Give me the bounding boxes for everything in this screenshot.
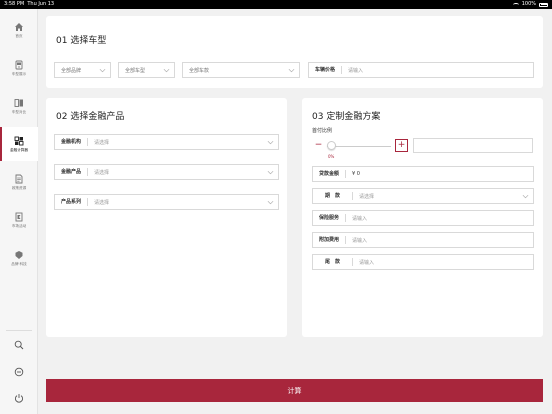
loan-amount-field: 贷款金额 ¥ 0 bbox=[312, 166, 534, 182]
battery-percent: 100% bbox=[521, 1, 536, 7]
sidebar-item-label: 首页 bbox=[15, 33, 23, 38]
sidebar-item-label: 政策资源 bbox=[11, 185, 27, 190]
insurance-field[interactable]: 保险服务 请输入 bbox=[312, 210, 534, 226]
term-value: 请选择 bbox=[359, 193, 375, 200]
product-series-select[interactable]: 产品系列 请选择 bbox=[54, 194, 279, 210]
loan-amount-value: ¥ 0 bbox=[352, 171, 360, 177]
term-label: 期 款 bbox=[313, 192, 353, 200]
sidebar-divider bbox=[6, 330, 32, 331]
vehicle-price-label: 车辆价格 bbox=[309, 66, 343, 74]
extra-fee-label: 附加费用 bbox=[313, 236, 347, 244]
extra-fee-input[interactable]: 请输入 bbox=[346, 237, 533, 244]
section-title: 01 选择车型 bbox=[56, 36, 107, 46]
zoom-out-button[interactable] bbox=[13, 366, 25, 378]
balloon-payment-field[interactable]: 尾 款 请输入 bbox=[312, 254, 534, 270]
sidebar-item-finance-calculator[interactable]: 金融计算器 bbox=[0, 127, 38, 161]
finance-product-card: 02 选择金融产品 金融机构 请选择 金融产品 请选择 产品系列 请选择 bbox=[46, 98, 287, 337]
minus-button[interactable]: − bbox=[312, 139, 325, 152]
insurance-label: 保险服务 bbox=[313, 214, 347, 222]
car-model-select[interactable]: 全部车款 bbox=[182, 62, 300, 78]
balloon-payment-label: 尾 款 bbox=[313, 258, 353, 266]
car-icon bbox=[15, 60, 23, 69]
vehicle-selection-card: 01 选择车型 全部品牌 全部车型 全部车款 车辆价格 请输入 bbox=[46, 16, 543, 88]
status-time-date: 3:58 PM Thu Jun 13 bbox=[4, 0, 54, 9]
search-button[interactable] bbox=[13, 339, 25, 351]
down-payment-input[interactable] bbox=[413, 138, 533, 153]
extra-fee-field[interactable]: 附加费用 请输入 bbox=[312, 232, 534, 248]
zoom-out-icon bbox=[14, 367, 24, 377]
section-title: 03 定制金融方案 bbox=[312, 112, 381, 122]
status-time: 3:58 PM bbox=[4, 1, 25, 7]
sidebar-item-brand-tech[interactable]: 品牌·科技 bbox=[0, 241, 38, 275]
finance-plan-card: 03 定制金融方案 首付比例 − 0% + 贷款金额 ¥ 0 期 款 请选择 保… bbox=[302, 98, 543, 337]
flag-icon bbox=[15, 212, 23, 221]
compare-icon bbox=[14, 98, 23, 107]
finance-institution-label: 金融机构 bbox=[55, 138, 89, 146]
vehicle-price-field[interactable]: 车辆价格 请输入 bbox=[308, 62, 534, 78]
term-select[interactable]: 期 款 请选择 bbox=[312, 188, 534, 204]
car-type-select-value: 全部车型 bbox=[125, 67, 146, 74]
status-right: 100% bbox=[512, 0, 548, 9]
balloon-payment-input[interactable]: 请输入 bbox=[353, 259, 533, 266]
battery-icon bbox=[539, 2, 548, 7]
sidebar-item-car-display[interactable]: 车型展示 bbox=[0, 51, 38, 85]
car-type-select[interactable]: 全部车型 bbox=[118, 62, 175, 78]
finance-institution-value: 请选择 bbox=[94, 139, 110, 146]
sidebar-item-home[interactable]: 首页 bbox=[0, 13, 38, 47]
chevron-down-icon bbox=[267, 139, 274, 146]
chevron-down-icon bbox=[522, 193, 529, 200]
sidebar-item-policy[interactable]: 政策资源 bbox=[0, 165, 38, 199]
sidebar: 首页 车型展示 车型对比 金融计算器 政策资源 市场活动 品牌·科技 bbox=[0, 9, 38, 414]
section-title: 02 选择金融产品 bbox=[56, 112, 125, 122]
finance-institution-select[interactable]: 金融机构 请选择 bbox=[54, 134, 279, 150]
slider-value: 0% bbox=[328, 154, 335, 159]
car-model-select-value: 全部车款 bbox=[189, 67, 210, 74]
insurance-input[interactable]: 请输入 bbox=[346, 215, 533, 222]
plus-button[interactable]: + bbox=[395, 139, 408, 152]
sidebar-item-label: 车型展示 bbox=[11, 71, 27, 76]
chevron-down-icon bbox=[99, 67, 106, 74]
vehicle-price-input[interactable]: 请输入 bbox=[342, 67, 533, 74]
power-icon bbox=[14, 394, 24, 403]
sidebar-item-label: 金融计算器 bbox=[10, 147, 28, 152]
down-payment-slider[interactable] bbox=[327, 146, 391, 147]
calculate-button[interactable]: 计算 bbox=[46, 379, 543, 402]
chevron-down-icon bbox=[288, 67, 295, 74]
sidebar-item-car-compare[interactable]: 车型对比 bbox=[0, 89, 38, 123]
home-icon bbox=[15, 22, 23, 31]
brand-select[interactable]: 全部品牌 bbox=[54, 62, 111, 78]
sidebar-item-marketing[interactable]: 市场活动 bbox=[0, 203, 38, 237]
sidebar-item-label: 车型对比 bbox=[11, 109, 27, 114]
down-payment-label: 首付比例 bbox=[312, 128, 333, 134]
document-icon bbox=[15, 174, 23, 183]
slider-handle[interactable] bbox=[327, 141, 336, 150]
power-button[interactable] bbox=[13, 392, 25, 404]
chevron-down-icon bbox=[267, 199, 274, 206]
product-series-label: 产品系列 bbox=[55, 198, 89, 206]
wifi-icon bbox=[512, 2, 519, 7]
finance-product-select[interactable]: 金融产品 请选择 bbox=[54, 164, 279, 180]
finance-product-value: 请选择 bbox=[94, 169, 110, 176]
sidebar-item-label: 品牌·科技 bbox=[11, 261, 27, 266]
brand-select-value: 全部品牌 bbox=[61, 67, 82, 74]
loan-amount-label: 贷款金额 bbox=[313, 170, 347, 178]
product-series-value: 请选择 bbox=[94, 199, 110, 206]
sidebar-item-label: 市场活动 bbox=[11, 223, 27, 228]
shield-icon bbox=[15, 250, 23, 259]
search-icon bbox=[14, 340, 24, 350]
grid-icon bbox=[14, 136, 24, 145]
finance-product-label: 金融产品 bbox=[55, 168, 89, 176]
chevron-down-icon bbox=[267, 169, 274, 176]
status-date: Thu Jun 13 bbox=[27, 1, 55, 7]
status-bar: 3:58 PM Thu Jun 13 100% bbox=[0, 0, 552, 9]
chevron-down-icon bbox=[163, 67, 170, 74]
